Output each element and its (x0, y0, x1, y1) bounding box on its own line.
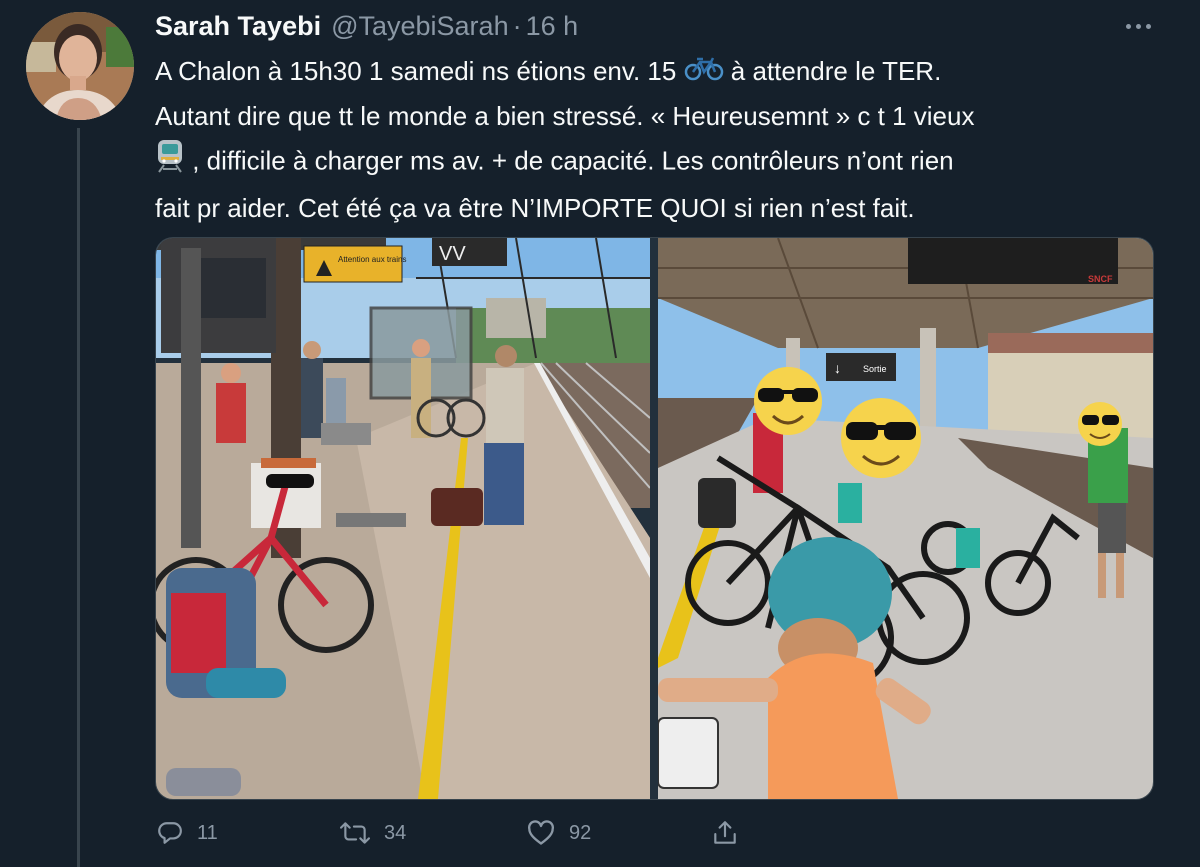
heart-icon (527, 820, 555, 846)
display-name[interactable]: Sarah Tayebi (155, 11, 321, 42)
reply-button[interactable]: 11 (157, 815, 218, 851)
tweet-text-segment: fait pr aider. Cet été ça va être N’IMPO… (155, 192, 915, 223)
retweet-icon (340, 820, 370, 846)
emoji-face-3 (1078, 402, 1122, 446)
tweet-media[interactable]: Attention aux trains VV SNCF ↓ Sortie (155, 237, 1154, 800)
tweet-time[interactable]: 16 h (526, 11, 579, 42)
tweet-text-segment: A Chalon à 15h30 1 samedi ns étions env.… (155, 56, 684, 86)
photo-platform-left[interactable]: Attention aux trains VV (156, 238, 650, 799)
tweet-line-3: , difficile à charger ms av. + de capaci… (155, 138, 1155, 187)
like-count: 92 (569, 821, 592, 844)
emoji-face-1 (754, 367, 822, 435)
photo-platform-right[interactable]: SNCF ↓ Sortie (658, 238, 1153, 799)
platform-sign-text: VV (439, 243, 466, 265)
share-icon (712, 819, 738, 847)
tweet-text-segment: Autant dire que tt le monde a bien stres… (155, 100, 975, 131)
share-button[interactable] (712, 815, 738, 851)
separator-dot: · (512, 10, 522, 41)
tweet-actions: 11 34 92 (155, 815, 755, 851)
user-handle[interactable]: @TayebiSarah (331, 11, 509, 42)
exit-arrow: ↓ (834, 360, 841, 376)
reply-count: 11 (197, 821, 218, 844)
avatar-image (26, 12, 134, 120)
more-icon[interactable] (1120, 13, 1156, 39)
emoji-face-2 (841, 398, 921, 478)
bicycle-emoji (684, 52, 724, 95)
tweet-text-segment: à attendre le TER. (730, 56, 942, 86)
reply-icon (157, 820, 183, 846)
tweet-line-4: fait pr aider. Cet été ça va être N’IMPO… (155, 187, 1155, 230)
retweet-button[interactable]: 34 (340, 815, 406, 851)
like-button[interactable]: 92 (527, 815, 591, 851)
thread-line (77, 128, 80, 867)
train-emoji (155, 138, 185, 187)
tweet-line-1: A Chalon à 15h30 1 samedi ns étions env.… (155, 50, 1155, 95)
warning-sign-text: Attention aux trains (338, 255, 406, 264)
tweet-line-2: Autant dire que tt le monde a bien stres… (155, 95, 1155, 138)
tweet-header: Sarah Tayebi @TayebiSarah · 16 h (155, 8, 578, 44)
tweet-text: A Chalon à 15h30 1 samedi ns étions env.… (155, 50, 1155, 230)
brand-logo-text: SNCF (1088, 274, 1113, 284)
tweet-text-segment: , difficile à charger ms av. + de capaci… (192, 145, 954, 175)
avatar[interactable] (26, 12, 134, 120)
exit-sign-text: Sortie (863, 364, 887, 374)
retweet-count: 34 (384, 821, 407, 844)
